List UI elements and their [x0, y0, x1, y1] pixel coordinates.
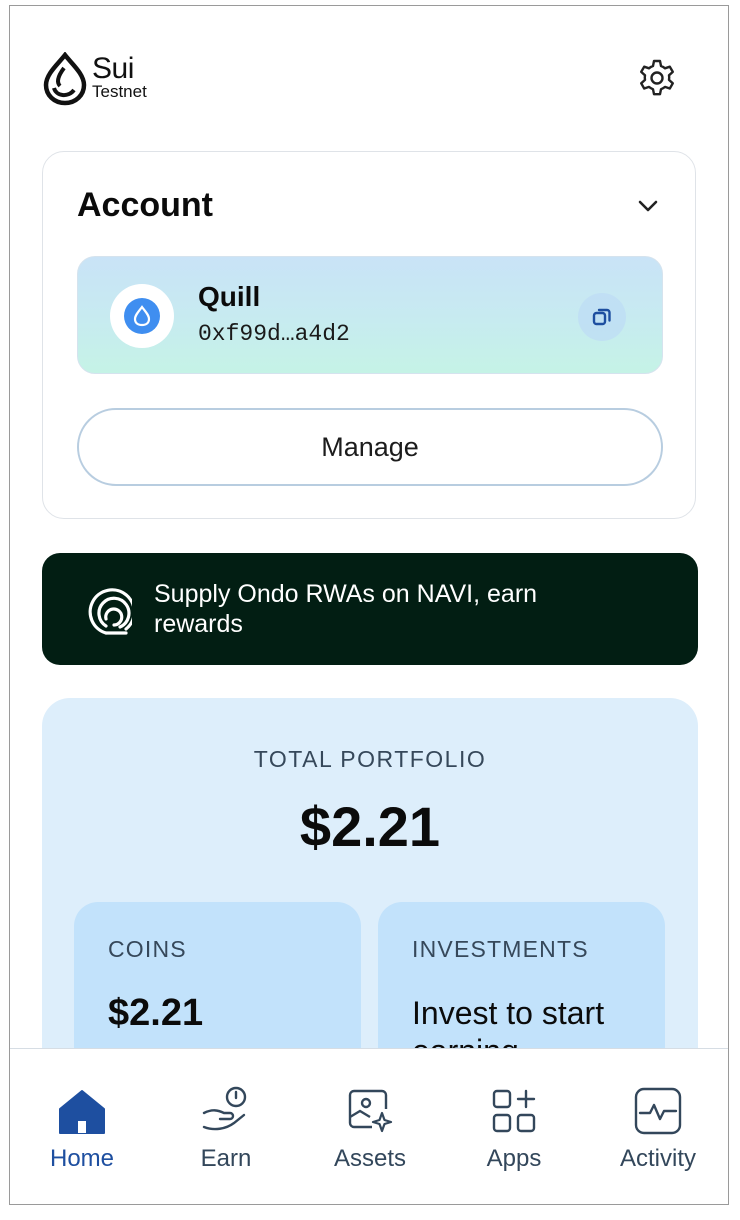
investments-label: INVESTMENTS [412, 936, 589, 962]
nav-label-assets: Assets [333, 1145, 407, 1172]
nav-item-apps[interactable]: Apps [454, 1083, 574, 1173]
navi-logo-icon [88, 588, 132, 635]
home-icon [59, 1090, 105, 1134]
chevron-down-icon[interactable] [634, 192, 662, 220]
app-window: Sui Testnet Account Quill 0xf99d…a4d2 Ma… [9, 5, 729, 1205]
nav-label-apps: Apps [486, 1145, 542, 1172]
wallet-row[interactable]: Quill 0xf99d…a4d2 [77, 256, 663, 374]
nav-item-assets[interactable]: Assets [310, 1083, 430, 1173]
logo-name: Sui [92, 52, 134, 85]
coins-value: $2.21 [108, 992, 204, 1034]
nav-label-activity: Activity [619, 1145, 696, 1172]
account-title: Account [77, 186, 213, 224]
portfolio-value: $2.21 [299, 795, 441, 858]
sui-avatar-icon [124, 298, 160, 334]
nav-item-earn[interactable]: Earn [166, 1083, 286, 1173]
nav-item-home[interactable]: Home [22, 1083, 142, 1173]
copy-icon [592, 308, 611, 326]
earn-icon [202, 1086, 247, 1131]
activity-icon [634, 1087, 682, 1135]
sui-logo: Sui Testnet [42, 52, 147, 106]
avatar [110, 284, 174, 348]
sui-drop-icon [43, 52, 87, 106]
manage-button[interactable]: Manage [77, 408, 663, 486]
promo-text: Supply Ondo RWAs on NAVI, earn rewards [154, 580, 538, 638]
bottom-nav: Home Earn Assets Apps Activity [10, 1048, 728, 1204]
coins-label: COINS [108, 936, 187, 962]
wallet-name: Quill [198, 281, 261, 312]
promo-banner[interactable]: Supply Ondo RWAs on NAVI, earn rewards [42, 553, 698, 665]
assets-icon [348, 1089, 393, 1133]
gear-icon[interactable] [637, 58, 677, 98]
wallet-address: 0xf99d…a4d2 [198, 321, 350, 347]
copy-address-button[interactable] [578, 293, 626, 341]
account-card: Account Quill 0xf99d…a4d2 Manage [42, 151, 696, 519]
nav-item-activity[interactable]: Activity [598, 1083, 718, 1173]
apps-icon [492, 1089, 536, 1133]
nav-label-earn: Earn [200, 1145, 252, 1172]
nav-label-home: Home [49, 1145, 115, 1172]
portfolio-label: TOTAL PORTFOLIO [253, 746, 487, 772]
network-label: Testnet [92, 82, 147, 101]
